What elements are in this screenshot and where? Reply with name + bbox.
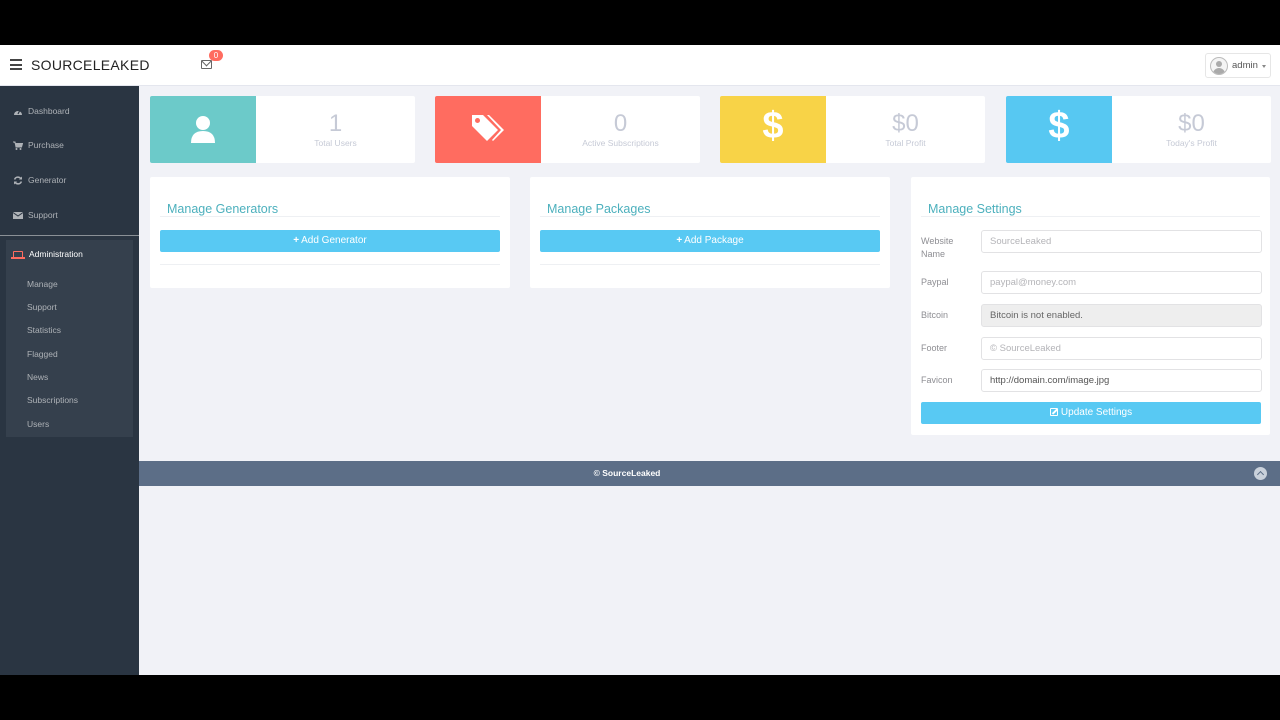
sidebar-item-administration[interactable]: Administration	[6, 240, 133, 268]
sidebar-item-label: Support	[28, 210, 58, 220]
stat-label: Total Profit	[885, 138, 926, 148]
favicon-input[interactable]	[981, 369, 1262, 392]
favicon-label: Favicon	[921, 375, 953, 385]
add-package-button[interactable]: + Add Package	[540, 230, 880, 252]
panel-divider	[921, 216, 1260, 217]
admin-menu-group: Administration Manage Support Statistics…	[6, 240, 133, 437]
submenu-item-statistics[interactable]: Statistics	[27, 325, 61, 335]
caret-down-icon	[1262, 65, 1266, 68]
sidebar-item-label: Purchase	[28, 140, 64, 150]
dollar-icon: $	[1048, 105, 1070, 147]
panel-divider	[160, 216, 500, 217]
sidebar-item-label: Administration	[29, 249, 83, 259]
manage-packages-panel: Manage Packages + Add Package	[530, 177, 890, 288]
sidebar-item-generator[interactable]: Generator	[0, 167, 139, 195]
stat-card-total-profit: $ $0 Total Profit	[720, 96, 985, 163]
bitcoin-input	[981, 304, 1262, 327]
sidebar-item-purchase[interactable]: Purchase	[0, 132, 139, 160]
manage-settings-panel: Manage Settings Website Name Paypal Bitc…	[911, 177, 1270, 435]
submenu-item-news[interactable]: News	[27, 372, 48, 382]
add-generator-button[interactable]: + Add Generator	[160, 230, 500, 252]
app-screen: SOURCELEAKED 0 admin Dashboard Purchase …	[0, 45, 1280, 675]
paypal-input[interactable]	[981, 271, 1262, 294]
user-menu-button[interactable]: admin	[1205, 53, 1271, 78]
stat-value: $0	[1178, 110, 1205, 137]
bitcoin-label: Bitcoin	[921, 310, 949, 320]
panel-divider	[160, 264, 500, 265]
sidebar-item-label: Generator	[28, 175, 67, 185]
laptop-icon	[11, 251, 25, 259]
stat-value: $0	[892, 110, 919, 137]
update-settings-button[interactable]: Update Settings	[921, 402, 1261, 424]
dashboard-icon	[14, 109, 22, 115]
submenu-item-support[interactable]: Support	[27, 302, 57, 312]
submenu-item-manage[interactable]: Manage	[27, 279, 58, 289]
stat-label: Active Subscriptions	[582, 138, 659, 148]
user-icon	[191, 116, 215, 143]
stat-value: 0	[613, 110, 628, 137]
mail-count-badge: 0	[209, 50, 223, 61]
submenu-item-subscriptions[interactable]: Subscriptions	[27, 395, 78, 405]
sidebar-item-support[interactable]: Support	[0, 202, 139, 230]
panel-title: Manage Generators	[167, 202, 279, 216]
user-name: admin	[1232, 60, 1258, 71]
stat-tile	[435, 96, 541, 163]
edit-icon	[1049, 408, 1058, 416]
stat-tile	[150, 96, 256, 163]
stat-label: Today's Profit	[1166, 138, 1217, 148]
cart-icon	[13, 141, 23, 150]
stat-card-total-users: 1 Total Users	[150, 96, 415, 163]
paypal-label: Paypal	[921, 277, 949, 287]
sidebar-item-label: Dashboard	[28, 106, 70, 116]
plus-icon: +	[293, 235, 300, 246]
button-label: Add Package	[684, 235, 744, 246]
sidebar: Dashboard Purchase Generator Support Adm…	[0, 86, 139, 675]
avatar	[1210, 57, 1228, 75]
stat-tile: $	[720, 96, 826, 163]
submenu-item-users[interactable]: Users	[27, 419, 49, 429]
refresh-icon	[13, 176, 23, 185]
scroll-to-top-icon[interactable]	[1254, 467, 1267, 480]
footer-label: Footer	[921, 343, 948, 353]
panel-title: Manage Packages	[547, 202, 651, 216]
brand-logo[interactable]: SOURCELEAKED	[31, 57, 150, 73]
footer-text: © SourceLeaked	[593, 468, 661, 478]
panel-divider	[540, 264, 880, 265]
stat-card-todays-profit: $ $0 Today's Profit	[1006, 96, 1271, 163]
sidebar-divider	[0, 235, 139, 236]
button-label: Add Generator	[301, 235, 367, 246]
stat-tile: $	[1006, 96, 1112, 163]
footer-input[interactable]	[981, 337, 1262, 360]
panel-divider	[540, 216, 880, 217]
dollar-icon: $	[762, 105, 784, 147]
top-header: SOURCELEAKED 0 admin	[0, 45, 1280, 86]
tags-icon	[472, 115, 504, 141]
stat-card-active-subscriptions: 0 Active Subscriptions	[435, 96, 700, 163]
submenu-item-flagged[interactable]: Flagged	[27, 349, 58, 359]
sidebar-item-dashboard[interactable]: Dashboard	[0, 98, 139, 126]
menu-toggle-icon[interactable]	[10, 59, 22, 70]
manage-generators-panel: Manage Generators + Add Generator	[150, 177, 510, 288]
stat-value: 1	[328, 110, 343, 137]
stat-label: Total Users	[314, 138, 357, 148]
website-name-label: Website Name	[921, 236, 954, 259]
envelope-icon	[13, 212, 23, 219]
page-footer: © SourceLeaked	[139, 461, 1280, 486]
website-name-input[interactable]	[981, 230, 1262, 253]
envelope-icon[interactable]	[201, 60, 212, 69]
button-label: Update Settings	[1060, 407, 1133, 418]
panel-title: Manage Settings	[928, 202, 1022, 216]
plus-icon: +	[676, 235, 683, 246]
